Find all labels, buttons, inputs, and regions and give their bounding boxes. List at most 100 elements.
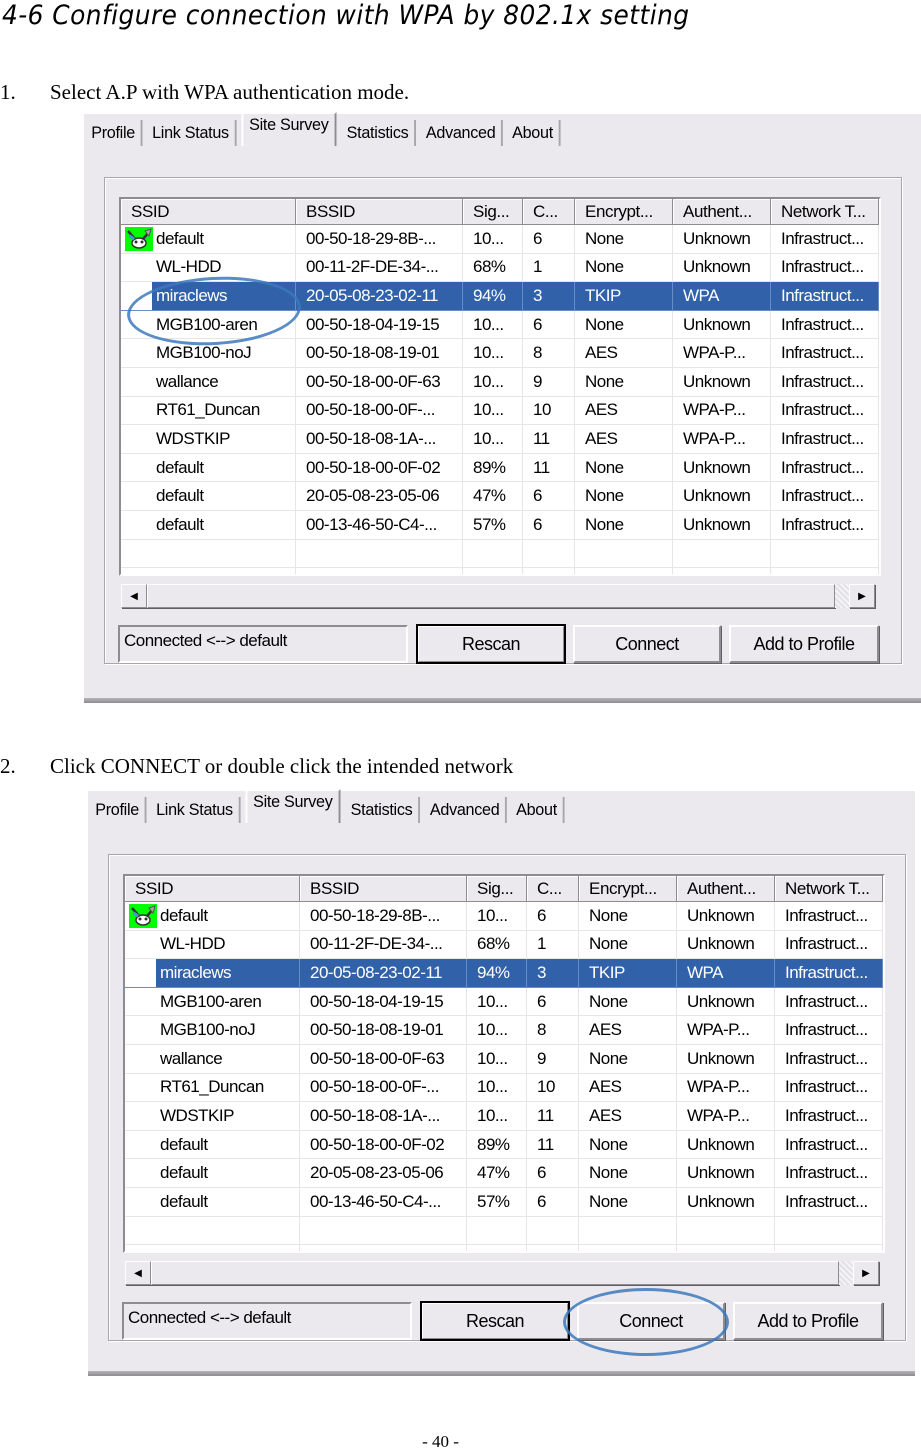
tab-statistics[interactable]: Statistics — [340, 120, 416, 146]
status-text: Connected <--> default — [128, 1308, 291, 1327]
tab-link-status[interactable]: Link Status — [146, 120, 237, 146]
add-to-profile-button[interactable]: Add to Profile — [733, 1302, 883, 1340]
tab-site-survey[interactable]: Site Survey — [241, 112, 337, 146]
tab-profile[interactable]: Profile — [85, 120, 143, 146]
network-row[interactable]: MGB100-noJ 00-50-18-08-19-01 10... 8 AES WPA-… — [121, 339, 879, 368]
cell-ssid: default — [121, 225, 296, 254]
cell-channel — [523, 568, 575, 574]
scroll-right-button[interactable]: ▶ — [849, 584, 875, 608]
cell-bssid: 00-50-18-08-19-01 — [300, 1016, 467, 1045]
column-header-bssid[interactable]: BSSID — [296, 199, 463, 225]
network-row[interactable]: RT61_Duncan 00-50-18-00-0F-... 10... 10 AES W… — [125, 1073, 883, 1103]
cell-signal: 10... — [467, 1073, 527, 1103]
cell-encryption: None — [579, 987, 677, 1017]
column-header-authentication[interactable]: Authent... — [673, 199, 771, 225]
column-header-encryption[interactable]: Encrypt... — [579, 876, 677, 902]
horizontal-scrollbar[interactable]: ◀ ▶ — [125, 1261, 879, 1285]
network-row[interactable]: WDSTKIP 00-50-18-08-1A-... 10... 11 AES WPA-P… — [121, 425, 879, 454]
network-row[interactable]: miraclews 20-05-08-23-02-11 94% 3 TKIP WPA Inf… — [125, 959, 883, 988]
icon-placeholder — [121, 284, 149, 308]
rescan-button[interactable]: Rescan — [420, 1301, 570, 1341]
cell-signal: 94% — [467, 959, 527, 988]
scroll-track[interactable] — [835, 584, 849, 608]
ssid-text: default — [156, 514, 204, 534]
network-row[interactable]: default 00-13-46-50-C4-... 57% 6 None Unknown… — [121, 510, 879, 540]
scroll-track[interactable] — [839, 1261, 853, 1285]
cell-ssid: WDSTKIP — [121, 425, 296, 454]
network-row[interactable]: default 00-50-18-29-8B-... 10... 6 None Unkno… — [121, 225, 879, 254]
network-row[interactable]: RT61_Duncan 00-50-18-00-0F-... 10... 10 AES W… — [121, 396, 879, 426]
cell-signal — [463, 568, 523, 574]
network-list[interactable]: SSID BSSID Sig... C... Encrypt... Authent... N… — [123, 874, 885, 1253]
column-header-channel[interactable]: C... — [527, 876, 579, 902]
tab-profile[interactable]: Profile — [89, 797, 147, 823]
column-header-network-type[interactable]: Network T... — [771, 199, 879, 225]
rescan-button[interactable]: Rescan — [416, 624, 566, 664]
ssid-text: default — [160, 1163, 208, 1183]
tab-statistics[interactable]: Statistics — [344, 797, 420, 823]
column-header-authentication[interactable]: Authent... — [677, 876, 775, 902]
network-row[interactable]: default 00-50-18-00-0F-02 89% 11 None Unknown… — [121, 453, 879, 483]
cell-signal: 10... — [463, 310, 523, 340]
tab-advanced[interactable]: Advanced — [423, 797, 507, 823]
column-header-ssid[interactable]: SSID — [121, 199, 296, 225]
cell-authentication: Unknown — [677, 930, 775, 960]
cell-network-type: Infrastruct... — [771, 453, 879, 483]
column-header-signal[interactable]: Sig... — [463, 199, 523, 225]
network-row[interactable]: miraclews 20-05-08-23-02-11 94% 3 TKIP WPA Inf… — [121, 282, 879, 311]
network-row[interactable]: WL-HDD 00-11-2F-DE-34-... 68% 1 None Unknown I… — [125, 930, 883, 960]
network-row[interactable]: wallance 00-50-18-00-0F-63 10... 9 None Unkno… — [125, 1044, 883, 1074]
tab-about[interactable]: About — [506, 120, 561, 146]
icon-placeholder — [129, 1075, 157, 1099]
column-header-ssid[interactable]: SSID — [125, 876, 300, 902]
cell-ssid: default — [125, 1130, 300, 1160]
tab-site-survey[interactable]: Site Survey — [245, 789, 341, 823]
cell-channel: 3 — [527, 959, 579, 988]
scroll-right-button[interactable]: ▶ — [853, 1261, 879, 1285]
connect-button[interactable]: Connect — [573, 625, 721, 663]
network-row[interactable]: MGB100-noJ 00-50-18-08-19-01 10... 8 AES WPA-… — [125, 1016, 883, 1045]
scroll-thumb[interactable] — [151, 1261, 839, 1285]
page-number-text: - 40 - — [422, 1432, 459, 1451]
network-row[interactable]: default 00-50-18-29-8B-... 10... 6 None Unkno… — [125, 902, 883, 931]
network-row[interactable]: default 20-05-08-23-05-06 47% 6 None Unknown I… — [125, 1159, 883, 1188]
scroll-left-button[interactable]: ◀ — [121, 584, 147, 608]
scroll-thumb[interactable] — [147, 584, 835, 608]
tab-about[interactable]: About — [510, 797, 565, 823]
connect-button[interactable]: Connect — [577, 1302, 725, 1340]
cell-bssid: 00-50-18-04-19-15 — [296, 310, 463, 340]
network-row[interactable]: default 00-50-18-00-0F-02 89% 11 None Unknown… — [125, 1130, 883, 1160]
column-header-bssid[interactable]: BSSID — [300, 876, 467, 902]
scroll-left-arrow-icon: ◀ — [130, 590, 138, 602]
tab-link-status[interactable]: Link Status — [150, 797, 241, 823]
network-list[interactable]: SSID BSSID Sig... C... Encrypt... Authent... N… — [119, 197, 881, 576]
tab-advanced[interactable]: Advanced — [419, 120, 503, 146]
cell-encryption: None — [579, 930, 677, 960]
cell-ssid: miraclews — [121, 282, 296, 311]
network-row[interactable]: MGB100-aren 00-50-18-04-19-15 10... 6 None Un… — [125, 987, 883, 1017]
column-header-signal[interactable]: Sig... — [467, 876, 527, 902]
network-row[interactable]: MGB100-aren 00-50-18-04-19-15 10... 6 None Un… — [121, 310, 879, 340]
cell-encryption: None — [579, 902, 677, 931]
network-row[interactable]: wallance 00-50-18-00-0F-63 10... 9 None Unkno… — [121, 367, 879, 397]
network-row[interactable]: default 20-05-08-23-05-06 47% 6 None Unknown I… — [121, 482, 879, 511]
column-header-channel[interactable]: C... — [523, 199, 575, 225]
network-row[interactable]: WL-HDD 00-11-2F-DE-34-... 68% 1 None Unknown I… — [121, 253, 879, 283]
cell-bssid: 00-50-18-00-0F-... — [300, 1073, 467, 1103]
network-row[interactable]: default 00-13-46-50-C4-... 57% 6 None Unknown… — [125, 1187, 883, 1217]
step-1: 1. Select A.P with WPA authentication mod… — [0, 80, 409, 105]
column-header-network-type[interactable]: Network T... — [775, 876, 883, 902]
scroll-left-button[interactable]: ◀ — [125, 1261, 151, 1285]
add-to-profile-button[interactable]: Add to Profile — [729, 625, 879, 663]
tab-label: About — [515, 800, 557, 819]
cell-signal: 10... — [463, 339, 523, 368]
tab-bar: Profile Link Status Site Survey Statisti… — [88, 789, 566, 823]
network-row[interactable]: WDSTKIP 00-50-18-08-1A-... 10... 11 AES WPA-P… — [125, 1102, 883, 1131]
cell-channel: 1 — [523, 253, 575, 283]
column-header-encryption[interactable]: Encrypt... — [575, 199, 673, 225]
site-survey-screenshot-1: Profile Link Status Site Survey Statisti… — [84, 112, 921, 703]
horizontal-scrollbar[interactable]: ◀ ▶ — [121, 584, 875, 608]
cell-signal: 68% — [463, 253, 523, 283]
cell-encryption: None — [575, 482, 673, 511]
cell-authentication — [677, 1245, 775, 1251]
